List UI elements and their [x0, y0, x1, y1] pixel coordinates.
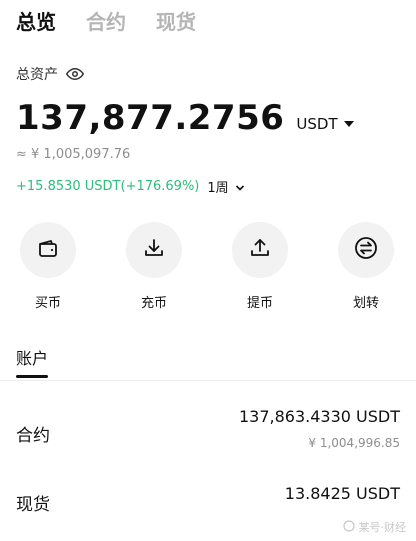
period-selector[interactable]: 1周 [207, 177, 244, 196]
transfer-icon-bg [338, 222, 394, 278]
currency-label: USDT [296, 115, 338, 133]
account-amount: 13.8425 USDT [284, 484, 400, 503]
account-name: 合约 [16, 426, 50, 446]
eye-icon[interactable] [65, 65, 85, 83]
pnl-value: +15.8530 USDT(+176.69%) [16, 179, 200, 194]
section-underline [16, 375, 48, 378]
transfer-label: 划转 [352, 296, 379, 311]
section-title-accounts[interactable]: 账户 [16, 345, 48, 369]
tab-spot[interactable]: 现货 [156, 6, 196, 35]
total-assets-header: 总资产 [16, 64, 85, 84]
currency-selector[interactable]: USDT [296, 115, 354, 133]
total-assets-label: 总资产 [16, 67, 58, 83]
deposit-icon [142, 236, 166, 264]
withdraw-icon-bg [232, 222, 288, 278]
balance-value: 137,877.2756 [16, 98, 285, 138]
withdraw-label: 提币 [246, 296, 273, 311]
watermark: 某号·财经 [342, 519, 407, 535]
account-amount: 137,863.4330 USDT [238, 407, 400, 426]
deposit-label: 充币 [140, 296, 167, 311]
buy-icon-bg [20, 222, 76, 278]
deposit-icon-bg [126, 222, 182, 278]
wallet-icon [36, 236, 60, 264]
divider [0, 380, 416, 381]
buy-button[interactable]: 买币 [15, 222, 81, 311]
pnl-row: +15.8530 USDT(+176.69%) 1周 [16, 177, 245, 196]
period-label: 1周 [207, 181, 229, 196]
account-row-spot[interactable]: 现货 13.8425 USDT [16, 484, 400, 524]
top-tabs: 总览 合约 现货 [16, 6, 196, 35]
tab-futures[interactable]: 合约 [86, 6, 126, 35]
total-balance: 137,877.2756 USDT [16, 98, 354, 138]
watermark-logo-icon [342, 519, 355, 535]
withdraw-icon [248, 236, 272, 264]
watermark-text: 某号·财经 [358, 521, 407, 534]
transfer-icon [353, 235, 379, 265]
account-fiat: ¥ 1,004,996.85 [308, 436, 400, 450]
withdraw-button[interactable]: 提币 [227, 222, 293, 311]
caret-down-icon [343, 121, 354, 127]
account-name: 现货 [16, 495, 50, 515]
tab-overview[interactable]: 总览 [16, 6, 56, 35]
account-row-futures[interactable]: 合约 137,863.4330 USDT ¥ 1,004,996.85 [16, 405, 400, 465]
fiat-equivalent: ≈ ¥ 1,005,097.76 [16, 147, 131, 162]
chevron-down-icon [235, 182, 245, 192]
quick-actions: 买币 充币 提币 划转 [0, 222, 416, 312]
transfer-button[interactable]: 划转 [333, 222, 399, 311]
deposit-button[interactable]: 充币 [121, 222, 187, 311]
buy-label: 买币 [34, 296, 61, 311]
